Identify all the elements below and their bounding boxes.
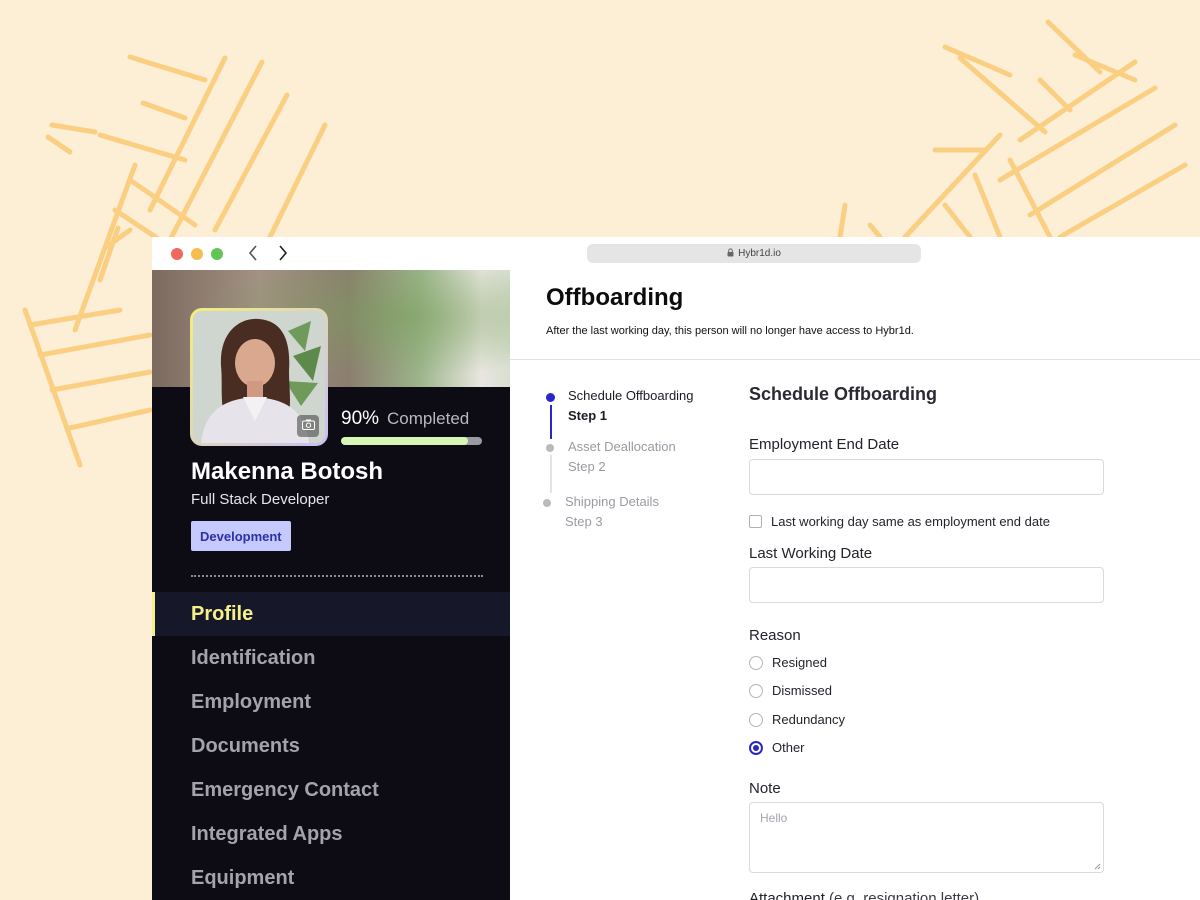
avatar xyxy=(193,311,325,443)
sidebar-divider xyxy=(191,575,483,577)
profile-progress-bar xyxy=(341,437,482,445)
forward-arrow-icon[interactable] xyxy=(274,244,292,262)
nav-item-identification[interactable]: Identification xyxy=(152,636,510,680)
camera-icon xyxy=(301,417,315,435)
same-day-checkbox-label: Last working day same as employment end … xyxy=(771,514,1050,529)
offboarding-panel: Offboarding After the last working day, … xyxy=(510,270,1200,900)
person-name: Makenna Botosh xyxy=(191,458,384,485)
address-bar[interactable]: Hybr1d.io xyxy=(587,244,921,263)
lock-icon xyxy=(727,247,734,260)
profile-nav: Profile Identification Employment Docume… xyxy=(152,592,510,900)
radio-label: Resigned xyxy=(772,655,827,670)
resize-handle-icon[interactable] xyxy=(1093,862,1101,870)
progress-suffix: Completed xyxy=(387,409,470,428)
reason-option-redundancy[interactable]: Redundancy xyxy=(749,712,845,727)
department-badge: Development xyxy=(191,521,291,551)
radio-label: Other xyxy=(772,740,805,755)
step-number: Step 1 xyxy=(568,408,608,423)
stepper-line-active xyxy=(550,405,552,439)
same-day-checkbox-row[interactable]: Last working day same as employment end … xyxy=(749,514,1050,529)
form-title: Schedule Offboarding xyxy=(749,384,938,404)
nav-item-integrated-apps[interactable]: Integrated Apps xyxy=(152,812,510,856)
page-subtitle: After the last working day, this person … xyxy=(546,325,914,337)
step-title: Shipping Details xyxy=(565,494,659,509)
url-text: Hybr1d.io xyxy=(738,248,781,259)
employment-end-date-input[interactable] xyxy=(749,459,1104,495)
attachment-hint: (e.g. resignation letter) xyxy=(829,890,980,900)
back-arrow-icon[interactable] xyxy=(244,244,262,262)
last-working-date-label: Last Working Date xyxy=(749,545,873,562)
close-window-button[interactable] xyxy=(171,248,183,260)
same-day-checkbox[interactable] xyxy=(749,515,762,528)
nav-item-equipment[interactable]: Equipment xyxy=(152,856,510,900)
stepper-line xyxy=(550,455,552,493)
attachment-label: Attachment (e.g. resignation letter) xyxy=(749,890,979,900)
change-photo-button[interactable] xyxy=(297,415,319,437)
offboarding-header: Offboarding After the last working day, … xyxy=(510,270,1200,360)
person-job-title: Full Stack Developer xyxy=(191,491,330,508)
reason-label: Reason xyxy=(749,627,801,644)
nav-item-profile[interactable]: Profile xyxy=(152,592,510,636)
note-textarea[interactable]: Hello xyxy=(749,802,1104,873)
step-number: Step 3 xyxy=(565,514,603,529)
radio-button[interactable] xyxy=(749,712,763,727)
minimize-window-button[interactable] xyxy=(191,248,203,260)
radio-button[interactable] xyxy=(749,655,763,670)
radio-button[interactable] xyxy=(749,683,763,698)
step-bullet xyxy=(546,393,555,402)
last-working-date-input[interactable] xyxy=(749,567,1104,603)
radio-label: Dismissed xyxy=(772,683,832,698)
step-number: Step 2 xyxy=(568,459,606,474)
maximize-window-button[interactable] xyxy=(211,248,223,260)
step-bullet xyxy=(543,499,551,507)
step-title: Asset Deallocation xyxy=(568,439,676,454)
page-title: Offboarding xyxy=(546,284,684,311)
attachment-label-text: Attachment xyxy=(749,890,825,900)
profile-progress-fill xyxy=(341,437,468,445)
profile-sidebar: 90% Completed Makenna Botosh Full Stack … xyxy=(152,270,510,900)
nav-item-employment[interactable]: Employment xyxy=(152,680,510,724)
browser-titlebar: Hybr1d.io xyxy=(152,237,1200,270)
nav-item-emergency-contact[interactable]: Emergency Contact xyxy=(152,768,510,812)
step-bullet xyxy=(546,444,554,452)
progress-percent: 90% xyxy=(341,408,380,429)
avatar-frame xyxy=(190,308,328,446)
end-date-label: Employment End Date xyxy=(749,436,900,453)
browser-window: Hybr1d.io 90% Completed Makenna Botosh F… xyxy=(152,237,1200,900)
reason-option-resigned[interactable]: Resigned xyxy=(749,655,827,670)
nav-item-documents[interactable]: Documents xyxy=(152,724,510,768)
reason-option-dismissed[interactable]: Dismissed xyxy=(749,683,832,698)
note-placeholder: Hello xyxy=(760,811,788,825)
radio-button-selected[interactable] xyxy=(749,740,763,755)
profile-progress-label: 90% Completed xyxy=(341,408,469,430)
step-title: Schedule Offboarding xyxy=(568,388,694,403)
reason-option-other[interactable]: Other xyxy=(749,740,805,755)
radio-label: Redundancy xyxy=(772,712,845,727)
note-label: Note xyxy=(749,780,781,797)
